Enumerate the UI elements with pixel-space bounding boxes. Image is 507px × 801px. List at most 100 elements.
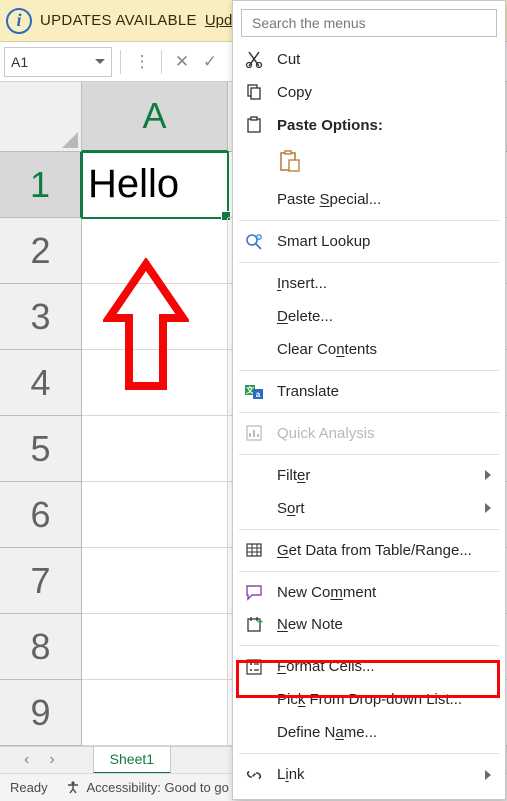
prev-sheet-nav[interactable]: ‹ <box>24 751 29 769</box>
separator <box>239 645 499 646</box>
svg-text:i: i <box>258 235 259 241</box>
enter-button[interactable]: ✓ <box>198 47 222 77</box>
cell-A2[interactable] <box>82 218 228 284</box>
copy-icon <box>243 81 265 103</box>
comment-icon <box>243 581 265 603</box>
menu-define-name[interactable]: Define Name... <box>233 716 505 749</box>
separator <box>239 454 499 455</box>
menu-new-note-label: New Note <box>277 616 343 633</box>
translate-icon: 文a <box>243 381 265 403</box>
menu-copy[interactable]: Copy <box>233 76 505 109</box>
menu-filter-label: Filter <box>277 467 310 484</box>
cut-icon <box>243 48 265 70</box>
quick-analysis-icon <box>243 422 265 444</box>
menu-link-label: Link <box>277 766 305 783</box>
cell-A3[interactable] <box>82 284 228 350</box>
paste-icon <box>243 114 265 136</box>
updates-link[interactable]: Upd <box>205 12 233 29</box>
cell-A5[interactable] <box>82 416 228 482</box>
row-header-9[interactable]: 9 <box>0 680 82 746</box>
chevron-right-icon <box>485 470 491 480</box>
menu-clear-contents-label: Clear Contents <box>277 341 377 358</box>
menu-sort-label: Sort <box>277 500 305 517</box>
select-all-corner[interactable] <box>0 82 82 152</box>
separator <box>239 529 499 530</box>
menu-format-cells-label: Format Cells... <box>277 658 375 675</box>
menu-pick-list[interactable]: Pick From Drop-down List... <box>233 683 505 716</box>
menu-format-cells[interactable]: Format Cells... <box>233 650 505 683</box>
menu-sort[interactable]: Sort <box>233 492 505 525</box>
row-header-6[interactable]: 6 <box>0 482 82 548</box>
cell-A1[interactable]: Hello <box>82 152 228 218</box>
paste-options-row <box>233 142 505 184</box>
menu-pick-list-label: Pick From Drop-down List... <box>277 691 462 708</box>
divider <box>161 50 162 74</box>
menu-define-name-label: Define Name... <box>277 724 377 741</box>
status-accessibility-label: Accessibility: Good to go <box>86 780 228 795</box>
cell-A4[interactable] <box>82 350 228 416</box>
svg-text:a: a <box>256 390 261 399</box>
separator <box>239 220 499 221</box>
menu-delete[interactable]: Delete... <box>233 300 505 333</box>
info-icon: i <box>6 8 32 34</box>
smart-lookup-icon: i <box>243 231 265 253</box>
row-header-1[interactable]: 1 <box>0 152 82 218</box>
chevron-right-icon <box>485 770 491 780</box>
row-header-2[interactable]: 2 <box>0 218 82 284</box>
menu-new-comment-label: New Comment <box>277 584 376 601</box>
separator <box>239 412 499 413</box>
sheet-tab-sheet1[interactable]: Sheet1 <box>93 747 171 774</box>
chevron-down-icon <box>95 59 105 64</box>
menu-paste-special-label: Paste Special... <box>277 191 381 208</box>
menu-search[interactable] <box>241 9 497 37</box>
menu-get-data-label: Get Data from Table/Range... <box>277 542 472 559</box>
separator <box>239 753 499 754</box>
row-header-8[interactable]: 8 <box>0 614 82 680</box>
menu-delete-label: Delete... <box>277 308 333 325</box>
menu-quick-analysis: Quick Analysis <box>233 417 505 450</box>
menu-get-data[interactable]: Get Data from Table/Range... <box>233 534 505 567</box>
menu-new-comment[interactable]: New Comment <box>233 576 505 609</box>
menu-smart-lookup[interactable]: i Smart Lookup <box>233 225 505 258</box>
menu-paste-options-label: Paste Options: <box>277 117 383 134</box>
link-icon <box>243 764 265 786</box>
cell-A8[interactable] <box>82 614 228 680</box>
separator <box>239 571 499 572</box>
paste-default-button[interactable] <box>277 148 303 177</box>
menu-cut-label: Cut <box>277 51 300 68</box>
context-menu: Cut Copy Paste Options: Paste Special...… <box>232 0 506 800</box>
row-header-4[interactable]: 4 <box>0 350 82 416</box>
menu-cut[interactable]: Cut <box>233 43 505 76</box>
cell-A6[interactable] <box>82 482 228 548</box>
menu-new-note[interactable]: New Note <box>233 608 505 641</box>
column-header-A[interactable]: A <box>82 82 228 152</box>
updates-title: UPDATES AVAILABLE <box>40 12 197 29</box>
chevron-right-icon <box>485 503 491 513</box>
menu-paste-special[interactable]: Paste Special... <box>233 184 505 217</box>
name-box[interactable]: A1 <box>4 47 112 77</box>
menu-insert[interactable]: Insert... <box>233 267 505 300</box>
more-icon[interactable]: ⋮ <box>129 47 153 77</box>
status-accessibility: Accessibility: Good to go <box>66 780 229 795</box>
next-sheet-nav[interactable]: › <box>49 751 54 769</box>
menu-link[interactable]: Link <box>233 758 505 791</box>
separator <box>239 370 499 371</box>
cancel-button[interactable]: ✕ <box>170 47 194 77</box>
row-header-3[interactable]: 3 <box>0 284 82 350</box>
menu-quick-analysis-label: Quick Analysis <box>277 425 375 442</box>
menu-copy-label: Copy <box>277 84 312 101</box>
cell-A7[interactable] <box>82 548 228 614</box>
table-icon <box>243 539 265 561</box>
menu-clear-contents[interactable]: Clear Contents <box>233 333 505 366</box>
row-header-7[interactable]: 7 <box>0 548 82 614</box>
cell-A9[interactable] <box>82 680 228 746</box>
menu-translate[interactable]: 文a Translate <box>233 375 505 408</box>
menu-filter[interactable]: Filter <box>233 459 505 492</box>
row-header-5[interactable]: 5 <box>0 416 82 482</box>
menu-translate-label: Translate <box>277 383 339 400</box>
format-cells-icon <box>243 656 265 678</box>
name-box-value: A1 <box>11 54 28 70</box>
accessibility-icon <box>66 780 80 794</box>
menu-insert-label: Insert... <box>277 275 327 292</box>
menu-search-input[interactable] <box>250 14 488 32</box>
